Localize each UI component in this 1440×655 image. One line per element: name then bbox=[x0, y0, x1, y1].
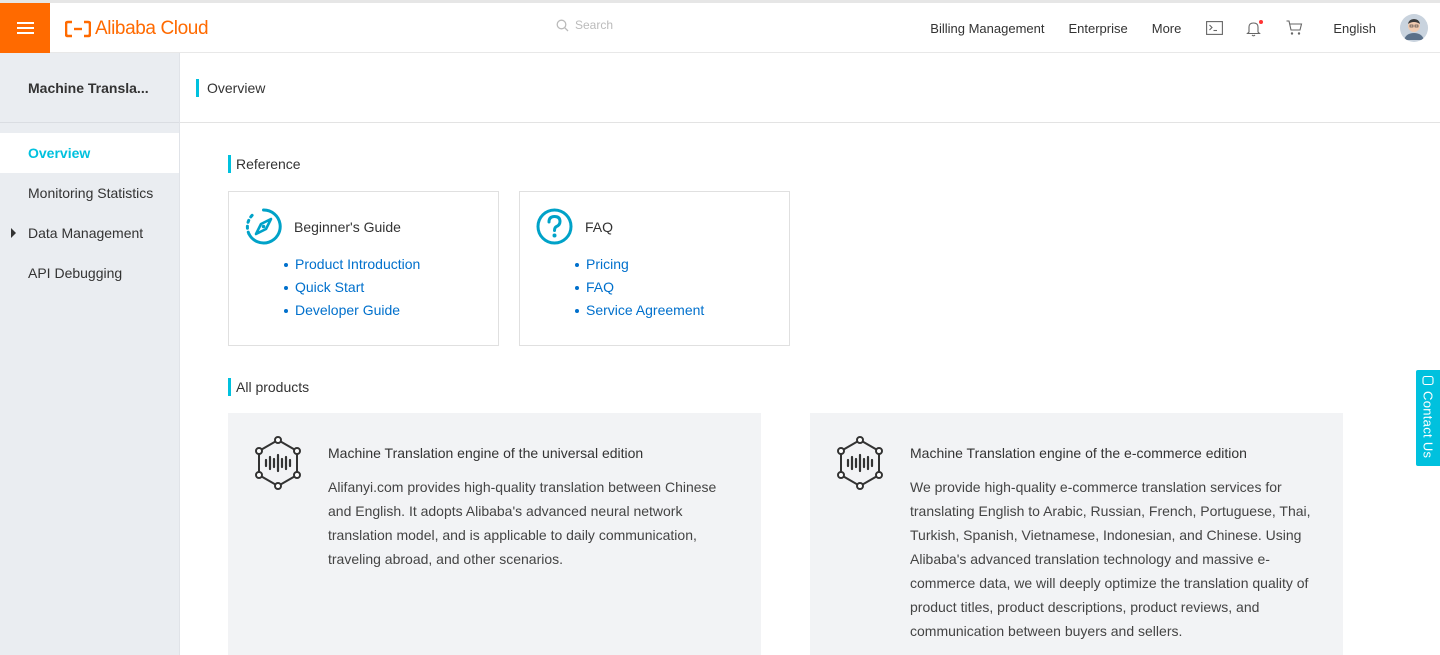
question-circle-icon bbox=[536, 208, 573, 245]
bell-icon[interactable] bbox=[1245, 19, 1264, 37]
menu-icon bbox=[16, 22, 34, 34]
more-link[interactable]: More bbox=[1152, 21, 1182, 36]
card-title: FAQ bbox=[585, 218, 614, 235]
cart-icon[interactable] bbox=[1285, 19, 1303, 37]
hamburger-menu-button[interactable] bbox=[0, 3, 50, 53]
section-accent-bar bbox=[228, 378, 231, 396]
sidebar-item-monitoring-statistics[interactable]: Monitoring Statistics bbox=[0, 173, 179, 213]
beginners-guide-card: Beginner's Guide Product Introduction Qu… bbox=[228, 191, 499, 346]
chat-icon bbox=[1422, 375, 1434, 386]
section-title-text: Reference bbox=[236, 156, 301, 172]
developer-guide-link[interactable]: Developer Guide bbox=[283, 302, 420, 325]
translation-engine-icon bbox=[837, 436, 883, 490]
sidebar: Machine Transla... Overview Monitoring S… bbox=[0, 53, 180, 655]
section-accent-bar bbox=[228, 155, 231, 173]
contact-us-label: Contact Us bbox=[1420, 391, 1436, 459]
product-card-ecommerce[interactable]: Machine Translation engine of the e-comm… bbox=[810, 413, 1343, 655]
card-title: Beginner's Guide bbox=[294, 218, 401, 235]
product-description: Alifanyi.com provides high-quality trans… bbox=[328, 479, 717, 567]
page-header: Overview bbox=[180, 53, 1440, 123]
product-description: We provide high-quality e-commerce trans… bbox=[910, 479, 1311, 639]
top-right-nav: Billing Management Enterprise More Engli… bbox=[930, 3, 1440, 53]
compass-icon bbox=[245, 208, 282, 245]
notification-dot bbox=[1259, 20, 1264, 24]
quick-start-link[interactable]: Quick Start bbox=[283, 279, 420, 302]
sidebar-item-label: Data Management bbox=[28, 225, 144, 241]
service-agreement-link[interactable]: Service Agreement bbox=[574, 302, 704, 325]
sidebar-item-data-management[interactable]: Data Management bbox=[0, 213, 179, 253]
page-title: Overview bbox=[207, 79, 266, 96]
faq-card: FAQ Pricing FAQ Service Agreement bbox=[519, 191, 790, 346]
pricing-link[interactable]: Pricing bbox=[574, 256, 704, 279]
sidebar-title: Machine Transla... bbox=[0, 53, 179, 123]
product-title: Machine Translation engine of the univer… bbox=[328, 445, 644, 461]
all-products-section-title: All products bbox=[228, 378, 309, 396]
product-title: Machine Translation engine of the e-comm… bbox=[910, 445, 1247, 461]
product-introduction-link[interactable]: Product Introduction bbox=[283, 256, 420, 279]
product-card-universal[interactable]: Machine Translation engine of the univer… bbox=[228, 413, 761, 655]
avatar[interactable] bbox=[1400, 14, 1428, 42]
faq-link[interactable]: FAQ bbox=[574, 279, 704, 302]
billing-management-link[interactable]: Billing Management bbox=[930, 21, 1044, 36]
terminal-icon[interactable] bbox=[1205, 19, 1223, 37]
search-box[interactable]: Search bbox=[556, 18, 613, 32]
reference-section-title: Reference bbox=[228, 155, 301, 173]
enterprise-link[interactable]: Enterprise bbox=[1068, 21, 1127, 36]
sidebar-item-api-debugging[interactable]: API Debugging bbox=[0, 253, 179, 293]
section-title-text: All products bbox=[236, 379, 310, 395]
top-navigation-bar: Alibaba Cloud Search Billing Management … bbox=[0, 0, 1440, 53]
caret-right-icon bbox=[11, 228, 16, 238]
alibaba-logo-icon bbox=[65, 20, 91, 38]
search-icon bbox=[556, 19, 569, 31]
sidebar-item-overview[interactable]: Overview bbox=[0, 133, 179, 173]
title-accent-bar bbox=[196, 78, 199, 97]
translation-engine-icon bbox=[255, 436, 301, 490]
search-placeholder: Search bbox=[575, 18, 614, 32]
language-selector[interactable]: English bbox=[1333, 21, 1376, 36]
link-list: Product Introduction Quick Start Develop… bbox=[283, 256, 420, 325]
link-list: Pricing FAQ Service Agreement bbox=[574, 256, 704, 325]
alibaba-cloud-logo[interactable]: Alibaba Cloud bbox=[65, 16, 209, 42]
contact-us-tab[interactable]: Contact Us bbox=[1416, 370, 1440, 466]
logo-text: Alibaba Cloud bbox=[95, 18, 209, 39]
